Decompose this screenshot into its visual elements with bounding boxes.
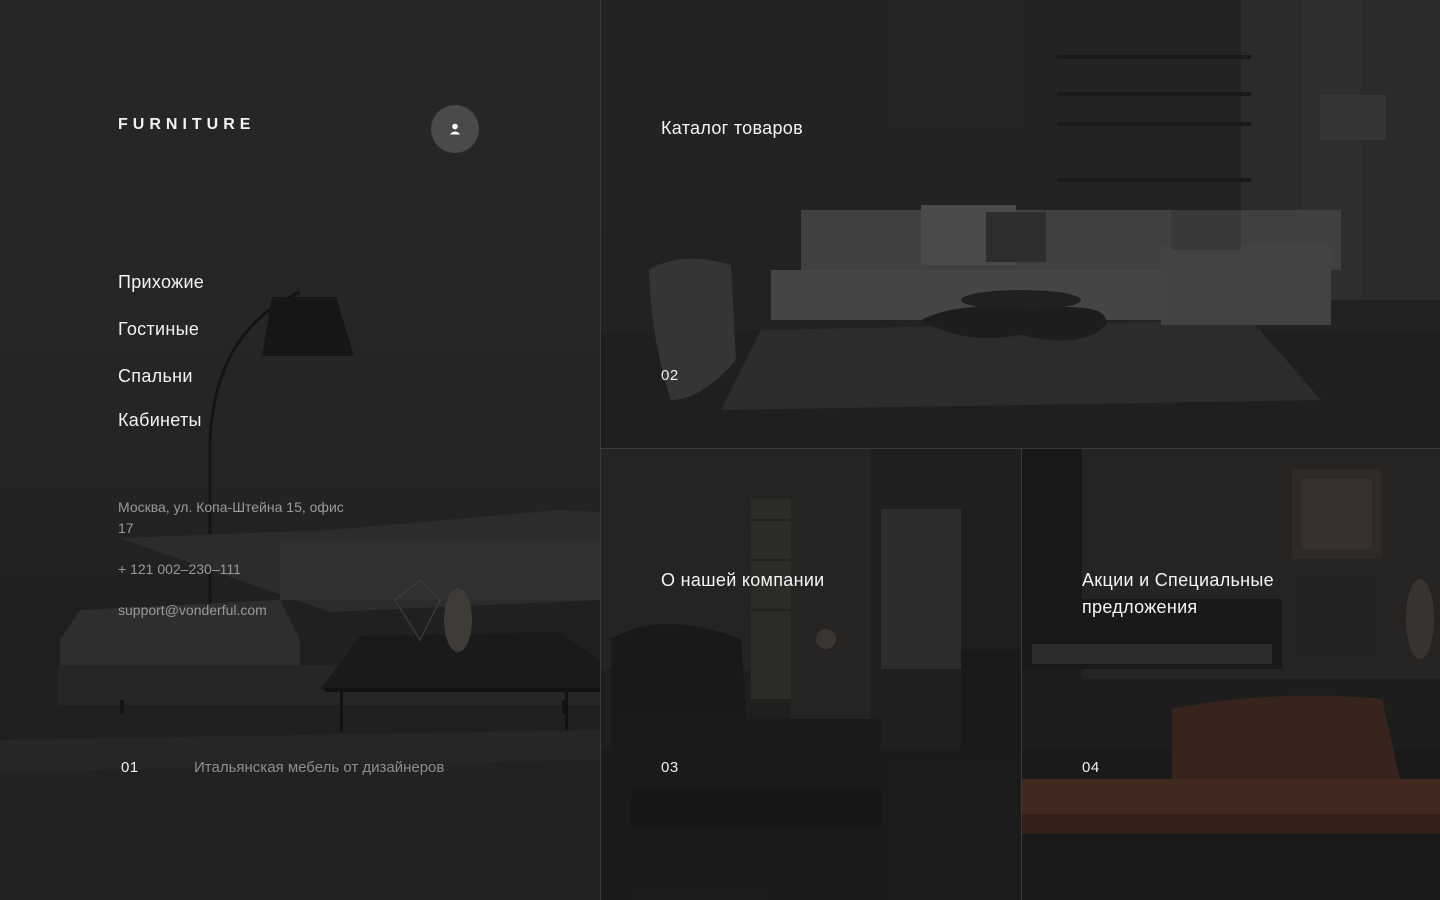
tile-title: Акции и Специальные предложения xyxy=(1082,570,1274,617)
about-tile[interactable]: О нашей компании 03 xyxy=(601,449,1021,900)
logo[interactable]: FURNITURE xyxy=(118,116,255,134)
tile-overlay xyxy=(601,449,1021,900)
tile-title: Каталог товаров xyxy=(661,118,803,138)
page: FURNITURE Прихожие Гостиные Спальни Каби… xyxy=(0,0,1440,900)
nav-item-bedrooms[interactable]: Спальни xyxy=(118,366,193,387)
hero-panel: FURNITURE Прихожие Гостиные Спальни Каби… xyxy=(0,0,600,900)
tile-number: 02 xyxy=(661,367,679,384)
catalog-tile[interactable]: Каталог товаров 02 xyxy=(601,0,1440,448)
nav-item-living-rooms[interactable]: Гостиные xyxy=(118,319,199,340)
email-link[interactable]: support@vonderful.com xyxy=(118,600,358,621)
hero-tagline: Итальянская мебель от дизайнеров xyxy=(194,759,445,776)
user-button[interactable] xyxy=(431,105,479,153)
tile-overlay xyxy=(601,0,1440,448)
nav-item-offices[interactable]: Кабинеты xyxy=(118,410,202,431)
tile-number: 03 xyxy=(661,759,679,776)
tile-overlay xyxy=(1022,449,1440,900)
tile-number: 04 xyxy=(1082,759,1100,776)
phone-number[interactable]: + 121 002–230–111 xyxy=(118,559,358,580)
user-icon xyxy=(449,123,461,135)
slide-number: 01 xyxy=(121,759,139,776)
nav-item-hallways[interactable]: Прихожие xyxy=(118,272,204,293)
promo-tile[interactable]: Акции и Специальные предложения 04 xyxy=(1022,449,1440,900)
tile-title: О нашей компании xyxy=(661,570,825,590)
address: Москва, ул. Копа-Штейна 15, офис 17 xyxy=(118,499,344,536)
